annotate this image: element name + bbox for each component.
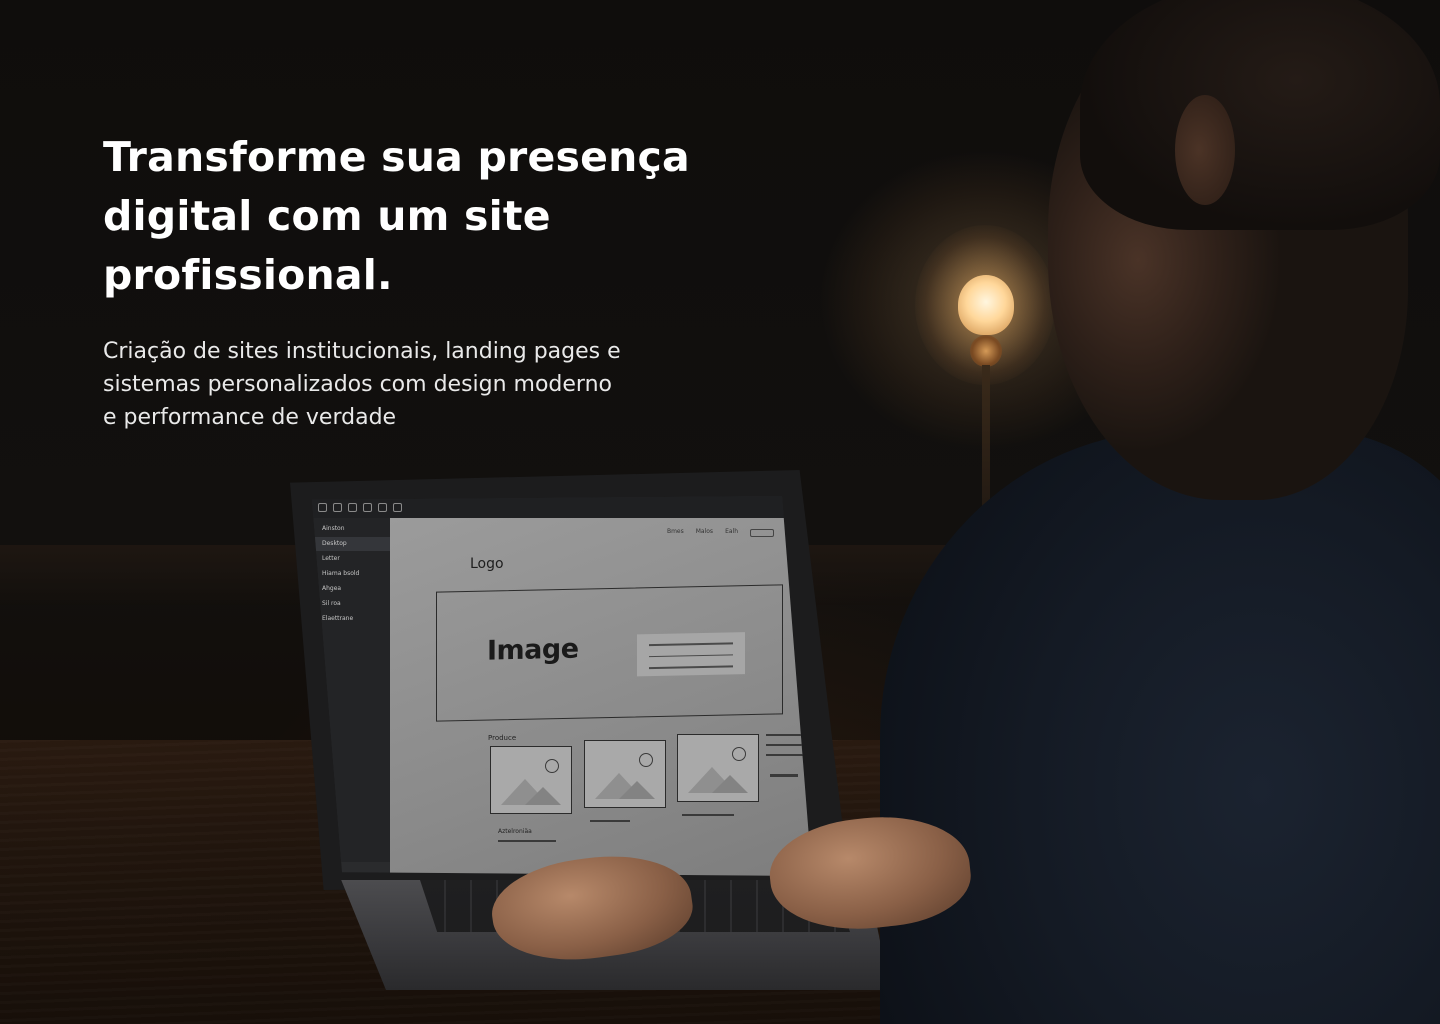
square-icon [378,502,387,512]
hero-title-line: digital com um site [103,192,551,240]
wireframe-nav: Bmes Malos Ealh [667,528,774,537]
wireframe-nav-link: Malos [695,528,714,535]
wireframe-section-label: Produce [488,734,517,742]
hero-subtitle: Criação de sites institucionais, landing… [103,335,643,434]
editor-toolbar [312,496,812,518]
laptop-screen: Ainston Desktop Letter Hiama bsold Ahgea… [312,496,812,876]
sidebar-item: Sil roa [322,600,341,607]
wireframe-text-box [637,632,745,677]
hero-subtitle-line: sistemas personalizados com design moder… [103,372,612,397]
wireframe-logo: Logo [470,556,504,572]
hero-subtitle-line: e performance de verdade [103,405,397,430]
circle-icon [348,502,357,512]
wireframe-footer-label: Aztelroniäa [498,828,532,835]
image-placeholder-icon [545,759,559,773]
wireframe-image-label: Image [487,633,579,667]
hero-title-line: profissional. [103,251,393,299]
file-icon [318,502,327,512]
lamp-bulb [958,275,1014,335]
person-torso [880,430,1440,1024]
wireframe-product-card [677,734,759,802]
image-placeholder-icon [639,753,653,767]
hero-title-line: Transforme sua presença [103,133,690,181]
sidebar-item: Hiama bsold [322,570,360,577]
person-hair [1080,0,1440,230]
wireframe-nav-link: Bmes [666,528,684,535]
text-icon [363,502,372,512]
sidebar-item: Letter [322,555,340,562]
sidebar-item: Ahgea [322,585,342,592]
lamp-base [970,335,1002,367]
wireframe-canvas: Bmes Malos Ealh Logo Image Produce Aztel… [390,518,812,876]
image-placeholder-icon [732,747,746,761]
hero-subtitle-line: Criação de sites institucionais, landing… [103,339,621,364]
hero-copy: Transforme sua presença digital com um s… [103,128,723,434]
wireframe-product-card [584,740,666,808]
laptop-illustration: Ainston Desktop Letter Hiama bsold Ahgea… [290,470,850,890]
wireframe-nav-button [750,529,774,537]
hero-title: Transforme sua presença digital com um s… [103,128,723,305]
wireframe-nav-link: Ealh [725,528,738,535]
wireframe-product-card [490,746,572,814]
frame-icon [333,502,342,512]
sidebar-item: Desktop [312,537,390,551]
sidebar-item: Elaettrane [322,615,354,622]
sidebar-item: Ainston [322,525,345,532]
wireframe-hero-block: Image [436,584,783,722]
hero-section: Transforme sua presença digital com um s… [0,0,1440,1024]
layers-icon [393,502,402,512]
person-ear [1175,95,1235,205]
